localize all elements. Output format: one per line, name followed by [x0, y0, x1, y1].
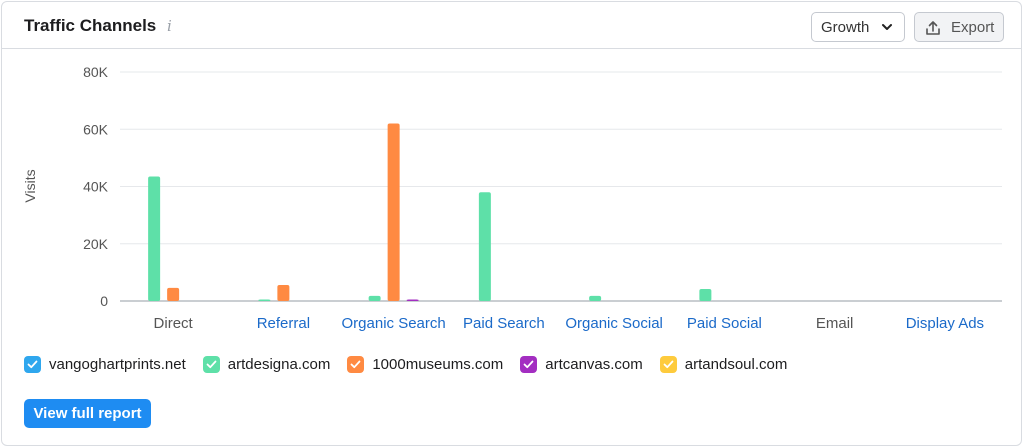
bar — [368, 295, 381, 301]
x-tick-label: Email — [816, 315, 854, 332]
export-label: Export — [951, 18, 995, 36]
chart-legend: vangoghartprints.net artdesigna.com 1000mu… — [24, 354, 804, 374]
legend-item[interactable]: artandsoul.com — [659, 355, 788, 373]
export-icon — [926, 21, 940, 35]
x-tick-label[interactable]: Paid Search — [463, 315, 545, 332]
legend-label: artcanvas.com — [545, 355, 643, 373]
legend-label: vangoghartprints.net — [49, 355, 186, 373]
y-tick-label: 40K — [83, 179, 109, 195]
export-button[interactable]: Export — [914, 12, 1004, 42]
bar — [258, 299, 271, 301]
card-header: Traffic Channels i Growth Export — [2, 2, 1021, 49]
traffic-channels-card: Traffic Channels i Growth Export 0 20K 40K… — [1, 1, 1022, 446]
bar — [148, 176, 161, 301]
legend-label: artandsoul.com — [684, 355, 788, 373]
card-title: Traffic Channels — [24, 16, 157, 35]
y-tick-label: 80K — [83, 64, 109, 80]
bar — [167, 287, 180, 301]
y-tick-label: 60K — [83, 121, 109, 137]
check-icon — [663, 360, 674, 368]
legend-item[interactable]: artdesigna.com — [202, 355, 331, 373]
x-tick-label[interactable]: Referral — [257, 315, 310, 332]
bar — [277, 284, 290, 301]
legend-item[interactable]: artcanvas.com — [520, 355, 643, 373]
legend-label: 1000museums.com — [372, 355, 504, 373]
y-axis-label: Visits — [22, 169, 38, 202]
growth-dropdown[interactable]: Growth — [811, 12, 905, 42]
legend-label: artdesigna.com — [227, 355, 331, 373]
check-icon — [350, 360, 361, 368]
legend-checkbox[interactable] — [347, 355, 365, 373]
bar — [699, 288, 712, 301]
x-tick-label[interactable]: Organic Search — [342, 315, 446, 332]
y-tick-label: 0 — [100, 293, 108, 309]
y-tick-label: 20K — [83, 236, 109, 252]
bar — [478, 192, 491, 301]
legend-item[interactable]: 1000museums.com — [347, 355, 504, 373]
legend-item[interactable]: vangoghartprints.net — [24, 355, 186, 373]
legend-checkbox[interactable] — [24, 355, 41, 373]
bar — [387, 123, 400, 302]
view-full-report-button[interactable]: View full report — [24, 399, 151, 428]
check-icon — [27, 360, 38, 368]
x-tick-label: Direct — [154, 315, 194, 332]
growth-dropdown-value: Growth — [821, 18, 870, 36]
chevron-down-icon — [882, 24, 892, 30]
legend-checkbox[interactable] — [202, 355, 220, 373]
x-tick-label[interactable]: Organic Social — [565, 315, 663, 332]
bar — [589, 295, 602, 301]
traffic-bar-chart: 0 20K 40K 60K 80K Visits Direct Referral Organic… — [22, 64, 1002, 332]
info-icon[interactable]: i — [167, 17, 172, 35]
check-icon — [206, 360, 217, 368]
legend-checkbox[interactable] — [659, 355, 677, 373]
bar — [406, 299, 419, 301]
x-tick-label[interactable]: Display Ads — [906, 315, 984, 332]
x-tick-label[interactable]: Paid Social — [687, 315, 762, 332]
check-icon — [523, 360, 534, 368]
legend-checkbox[interactable] — [520, 355, 538, 373]
